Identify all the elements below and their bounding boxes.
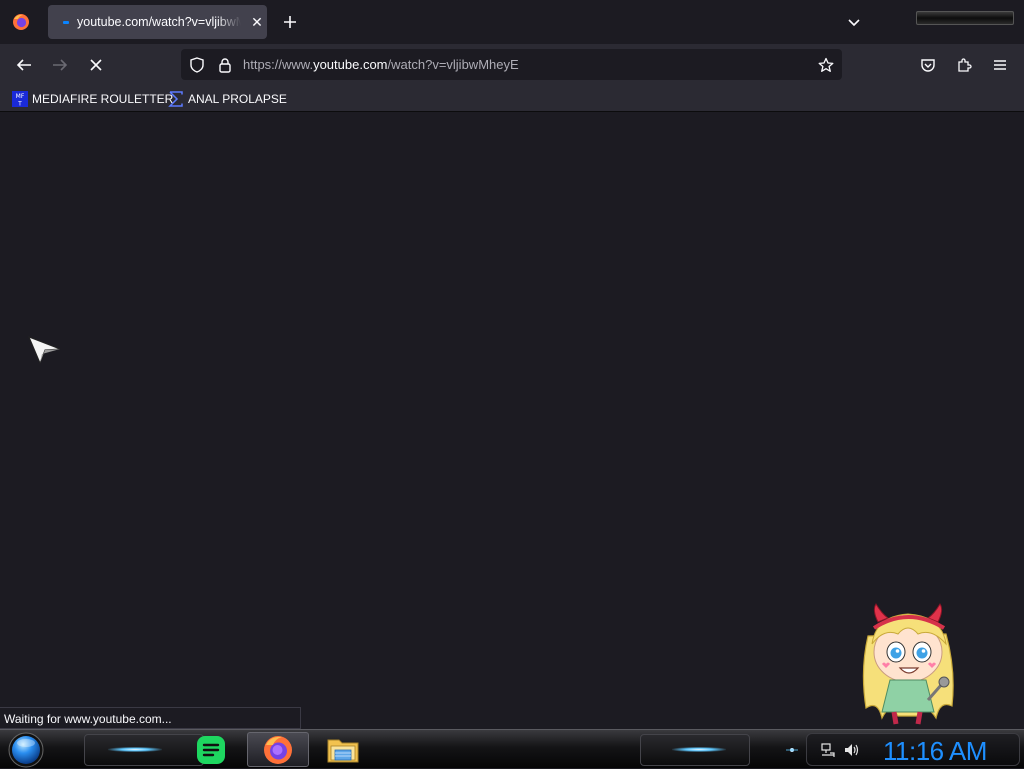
- taskbar-app-spotify[interactable]: [186, 732, 236, 767]
- firefox-view-button[interactable]: [0, 0, 42, 44]
- chevron-down-icon: [848, 19, 860, 27]
- sparkle-icon: [786, 748, 798, 752]
- pocket-icon: [921, 59, 935, 72]
- mft-icon: MF T: [12, 91, 28, 107]
- cartoon-mascot-image: [862, 603, 954, 725]
- taskbar-app-firefox[interactable]: [247, 732, 309, 767]
- bookmark-label: MEDIAFIRE ROULETTER: [32, 92, 174, 106]
- stop-button[interactable]: [81, 50, 111, 80]
- url-bar[interactable]: https://www.youtube.com/watch?v=vljibwMh…: [181, 49, 842, 80]
- url-host: youtube.com: [313, 57, 388, 72]
- close-icon: ✕: [251, 13, 263, 30]
- extensions-button[interactable]: [949, 50, 979, 80]
- taskbar-app-file-explorer[interactable]: [318, 732, 368, 767]
- star-icon: [818, 57, 834, 72]
- tab-youtube[interactable]: youtube.com/watch?v=vljibwMheyE ✕: [48, 5, 267, 39]
- hamburger-menu-icon: [994, 60, 1006, 70]
- taskbar-glow-left: [108, 747, 162, 752]
- firefox-icon: [13, 14, 29, 30]
- tray-overflow-icon[interactable]: [785, 741, 799, 759]
- network-button[interactable]: [819, 741, 837, 759]
- list-all-tabs-button[interactable]: [840, 8, 868, 36]
- app-menu-button[interactable]: [985, 50, 1015, 80]
- taskbar-clock[interactable]: 11:16 AM: [883, 736, 987, 767]
- speaker-icon: [845, 744, 859, 756]
- loading-favicon-icon: [58, 14, 74, 30]
- arrow-left-icon: [16, 59, 31, 71]
- back-button[interactable]: [9, 50, 39, 80]
- system-tray: 11:16 AM: [786, 733, 1020, 767]
- arrow-right-icon: [53, 59, 68, 71]
- mouse-cursor-icon: [28, 336, 61, 365]
- stop-loading-icon: [90, 59, 102, 71]
- shield-icon: [190, 57, 204, 73]
- bookmark-page-button[interactable]: [816, 55, 836, 75]
- start-button[interactable]: [4, 731, 48, 769]
- url-path: /watch?v=vljibwMheyE: [387, 57, 519, 72]
- volume-button[interactable]: [843, 741, 861, 759]
- bookmark-mediafire-rouletter[interactable]: MF T MEDIAFIRE ROULETTER: [12, 89, 173, 109]
- bookmarks-toolbar: MF T MEDIAFIRE ROULETTER ANAL PROLAPSE: [0, 85, 1024, 112]
- network-icon: [821, 743, 835, 757]
- puzzle-icon: [958, 58, 972, 72]
- start-orb-icon: [8, 732, 44, 768]
- svg-text:T: T: [17, 101, 22, 108]
- close-tab-button[interactable]: ✕: [247, 12, 267, 32]
- navigation-toolbar: https://www.youtube.com/watch?v=vljibwMh…: [0, 44, 1024, 85]
- window-controls[interactable]: [916, 11, 1014, 25]
- bookmark-anal-prolapse[interactable]: ANAL PROLAPSE: [168, 89, 287, 109]
- firefox-icon: [264, 735, 292, 764]
- spotify-icon: [197, 735, 225, 764]
- taskbar-glow-right: [672, 747, 726, 752]
- taskbar: 11:16 AM: [0, 729, 1024, 768]
- plus-icon: [284, 16, 296, 28]
- file-explorer-icon: [327, 739, 359, 762]
- tab-title: youtube.com/watch?v=vljibwMheyE: [77, 15, 241, 29]
- url-scheme: https://www.: [243, 57, 314, 72]
- svg-text:MF: MF: [16, 93, 25, 100]
- url-text[interactable]: https://www.youtube.com/watch?v=vljibwMh…: [243, 57, 519, 72]
- sigma-icon: [168, 91, 183, 107]
- forward-button[interactable]: [45, 50, 75, 80]
- site-info-button[interactable]: [215, 55, 235, 75]
- pocket-button[interactable]: [913, 50, 943, 80]
- new-tab-button[interactable]: [276, 8, 304, 36]
- bookmark-label: ANAL PROLAPSE: [188, 92, 287, 106]
- tracking-protection-button[interactable]: [187, 55, 207, 75]
- tab-strip: youtube.com/watch?v=vljibwMheyE ✕: [0, 0, 1024, 44]
- lock-icon: [219, 58, 231, 73]
- status-panel: Waiting for www.youtube.com...: [0, 707, 301, 729]
